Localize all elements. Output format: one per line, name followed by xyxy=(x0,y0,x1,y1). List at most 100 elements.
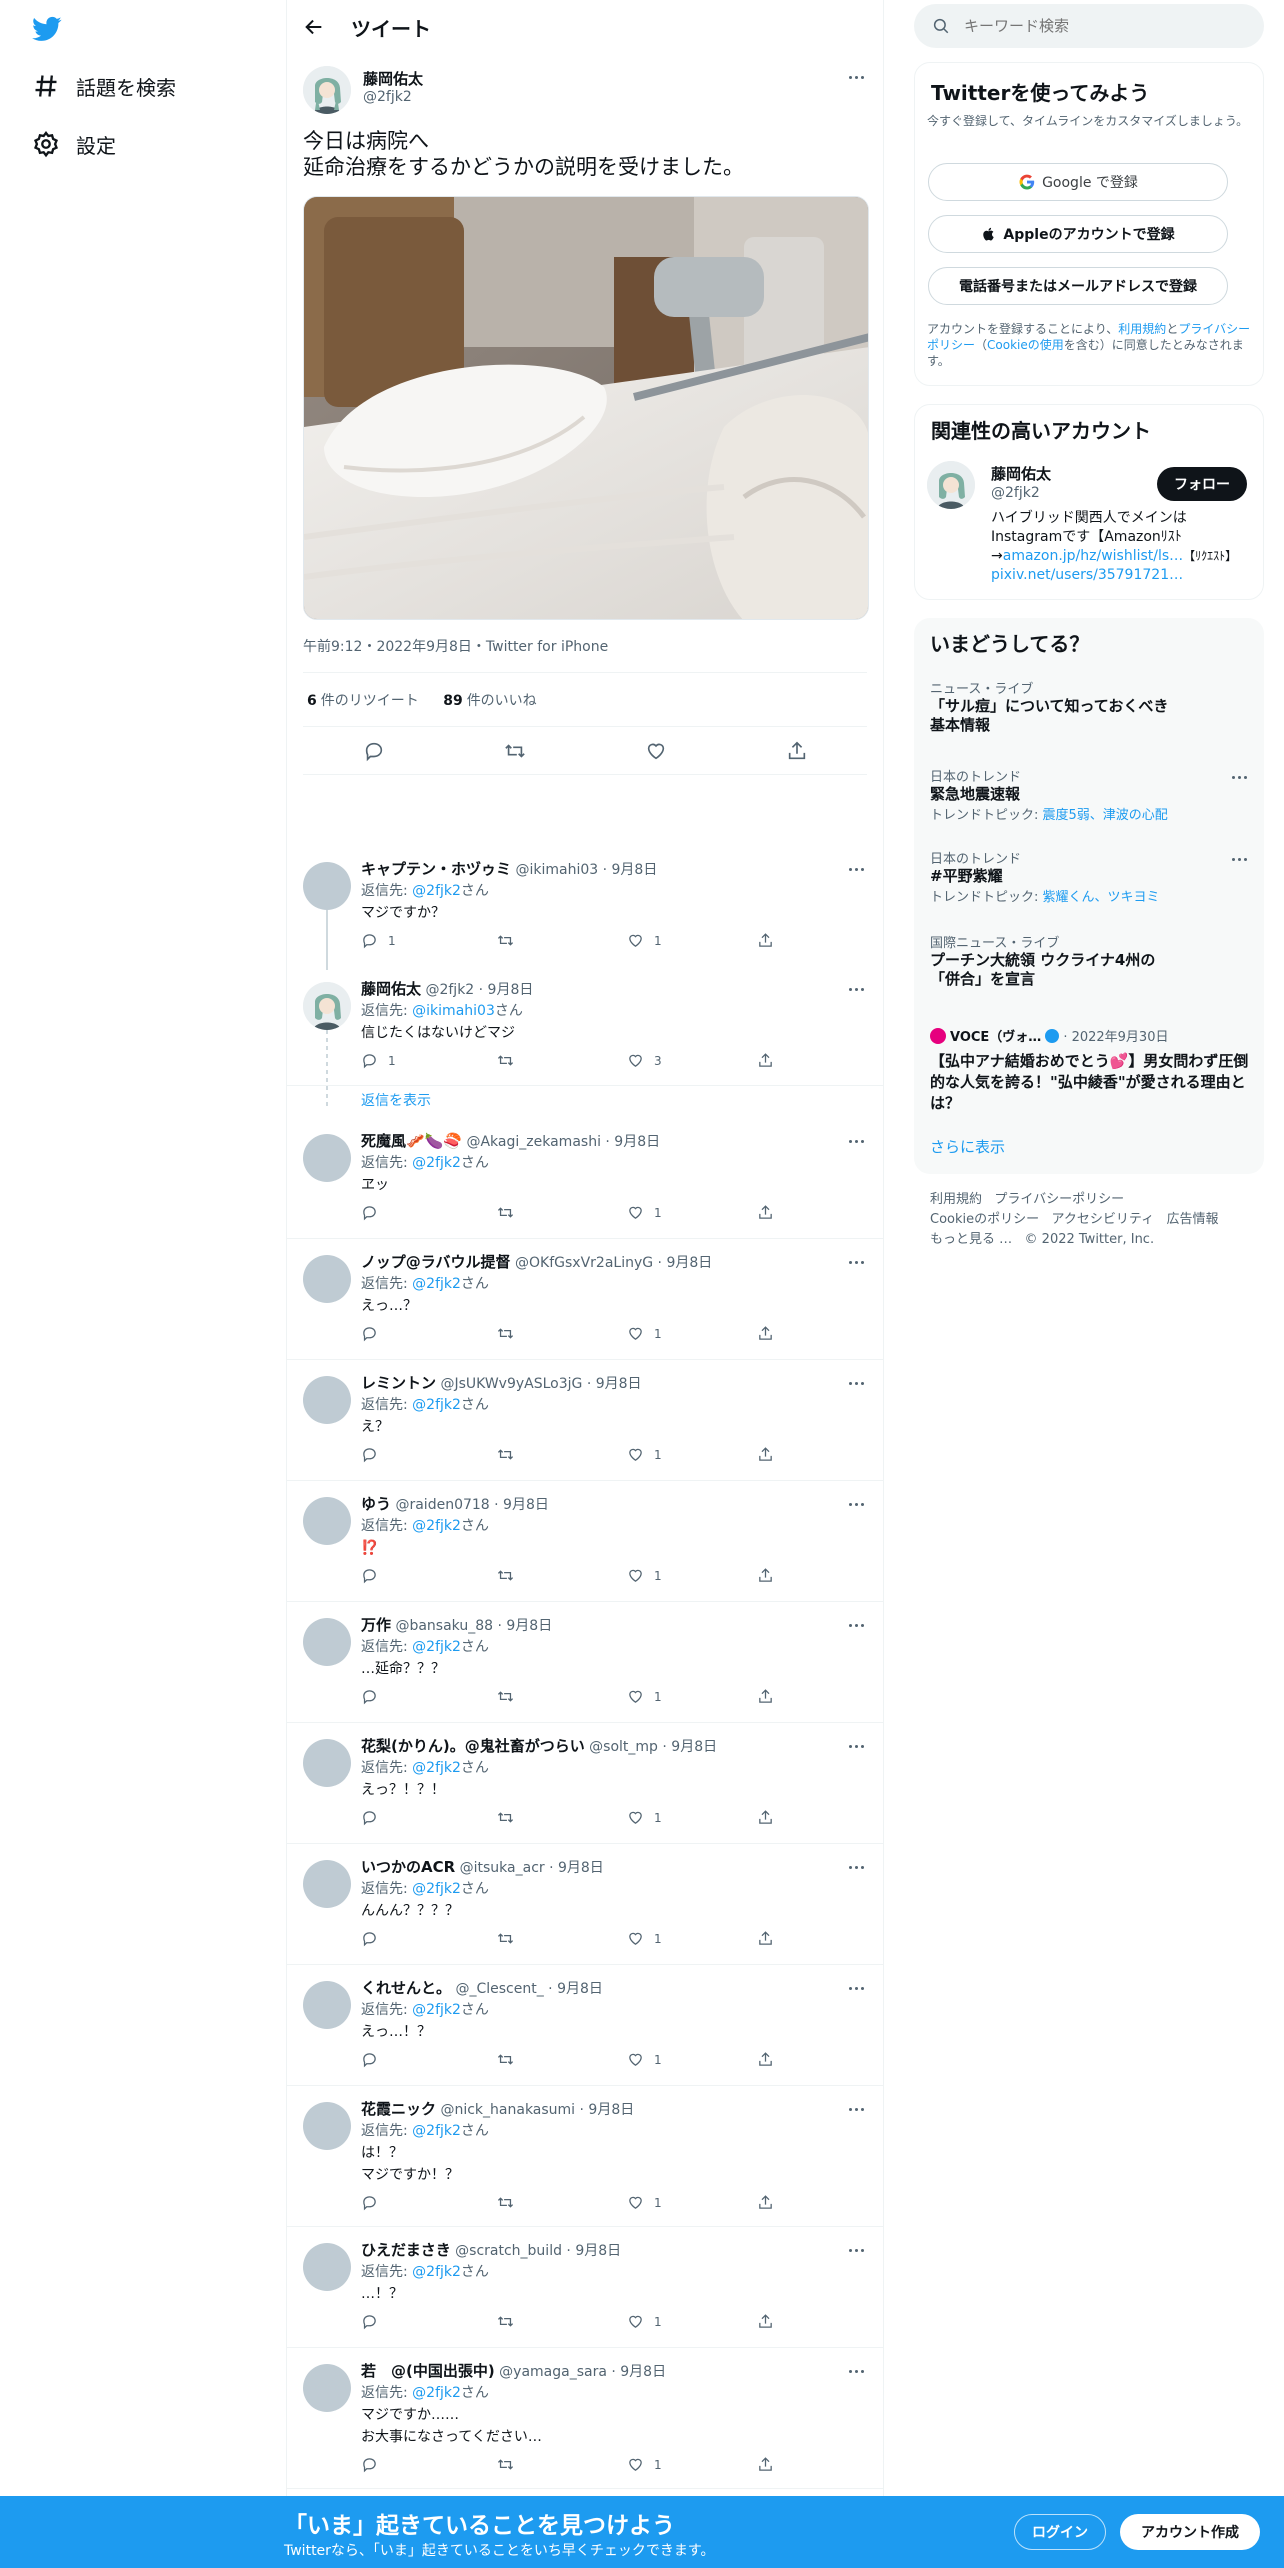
share-button[interactable] xyxy=(757,1688,784,1705)
retweet-stat[interactable]: 6 件のリツイート xyxy=(307,693,419,709)
reply-author-handle[interactable]: @solt_mp · 9月8日 xyxy=(589,1739,717,1755)
search-input[interactable] xyxy=(964,17,1224,35)
share-button[interactable] xyxy=(757,2194,784,2211)
avatar[interactable] xyxy=(303,1497,351,1545)
reply-author-name[interactable]: レミントン xyxy=(361,1374,436,1392)
like-button[interactable]: 1 xyxy=(627,1204,662,1221)
more-options-button[interactable] xyxy=(1228,766,1250,788)
reply-author-name[interactable]: 藤岡佑太 xyxy=(361,980,421,998)
like-button[interactable]: 1 xyxy=(627,2194,662,2211)
trend-item[interactable]: 日本のトレンド 緊急地震速報 トレンドトピック: 震度5弱、津波の心配 xyxy=(930,766,1250,823)
reply-author-name[interactable]: 花梨(かりん)。@鬼社畜がつらい xyxy=(361,1737,585,1755)
avatar[interactable] xyxy=(303,1134,351,1182)
reply-author-handle[interactable]: @2fjk2 · 9月8日 xyxy=(425,982,533,998)
author-name[interactable]: 藤岡佑太 xyxy=(363,68,423,89)
more-options-button[interactable] xyxy=(1228,848,1250,870)
footer-ads-link[interactable]: 広告情報 xyxy=(1167,1212,1219,1227)
like-button[interactable]: 1 xyxy=(627,932,662,949)
avatar[interactable] xyxy=(303,1981,351,2029)
reply-button[interactable] xyxy=(361,1446,388,1463)
reply-tweet[interactable]: レミントン @JsUKWv9yASLo3jG · 9月8日 返信先: @2fjk2… xyxy=(287,1360,883,1481)
avatar[interactable] xyxy=(303,982,351,1030)
reply-button[interactable] xyxy=(361,2051,388,2068)
author-handle[interactable]: @2fjk2 xyxy=(363,89,412,105)
footer-more-link[interactable]: もっと見る … xyxy=(930,1232,1012,1247)
more-options-button[interactable] xyxy=(845,1614,867,1636)
share-button[interactable] xyxy=(757,1052,784,1069)
reply-tweet[interactable]: 花梨(かりん)。@鬼社畜がつらい @solt_mp · 9月8日 返信先: @2f… xyxy=(287,1723,883,1844)
reply-to-link[interactable]: @2fjk2 xyxy=(412,883,461,899)
retweet-button[interactable] xyxy=(502,738,528,764)
reply-to-link[interactable]: @2fjk2 xyxy=(412,1518,461,1534)
retweet-button[interactable] xyxy=(497,1567,524,1584)
reply-author-name[interactable]: キャプテン・ホヅゥミ xyxy=(361,860,511,878)
reply-tweet[interactable]: ゆう @raiden0718 · 9月8日 返信先: @2fjk2さん ⁉️ 1 xyxy=(287,1481,883,1602)
reply-button[interactable] xyxy=(361,1809,388,1826)
more-options-button[interactable] xyxy=(845,858,867,880)
more-options-button[interactable] xyxy=(845,1493,867,1515)
reply-author-name[interactable]: 万作 xyxy=(361,1616,391,1634)
footer-privacy-link[interactable]: プライバシーポリシー xyxy=(994,1192,1124,1207)
share-button[interactable] xyxy=(757,2051,784,2068)
reply-button[interactable]: 1 xyxy=(361,1052,396,1069)
more-options-button[interactable] xyxy=(845,1856,867,1878)
twitter-logo-icon[interactable] xyxy=(30,14,64,44)
footer-accessibility-link[interactable]: アクセシビリティ xyxy=(1052,1212,1155,1227)
reply-tweet[interactable]: 万作 @bansaku_88 · 9月8日 返信先: @2fjk2さん …延命？？？… xyxy=(287,1602,883,1723)
trend-item[interactable]: 日本のトレンド #平野紫耀 トレンドトピック: 紫耀くん、ツキヨミ xyxy=(930,848,1250,905)
like-button[interactable]: 1 xyxy=(627,1446,662,1463)
bio-link[interactable]: pixiv.net/users/35791721… xyxy=(991,567,1183,583)
retweet-button[interactable] xyxy=(497,2456,524,2473)
retweet-button[interactable] xyxy=(497,1809,524,1826)
footer-terms-link[interactable]: 利用規約 xyxy=(930,1192,982,1207)
reply-to-link[interactable]: @2fjk2 xyxy=(412,2002,461,2018)
reply-tweet[interactable]: くれせんと。 @_Clescent_ · 9月8日 返信先: @2fjk2さん えっ… xyxy=(287,1965,883,2086)
reply-button[interactable] xyxy=(361,2456,388,2473)
reply-tweet[interactable]: 若 @(中国出張中) @yamaga_sara · 9月8日 返信先: @2fjk… xyxy=(287,2348,883,2489)
tweet-timestamp[interactable]: 午前9:12・2022年9月8日・Twitter for iPhone xyxy=(303,636,608,656)
footer-cookie-link[interactable]: Cookieのポリシー xyxy=(930,1212,1039,1227)
reply-tweet[interactable]: いつかのACR @itsuka_acr · 9月8日 返信先: @2fjk2さんん… xyxy=(287,1844,883,1965)
reply-tweet[interactable]: 花霞ニック @nick_hanakasumi · 9月8日 返信先: @2fjk2… xyxy=(287,2086,883,2227)
more-options-button[interactable] xyxy=(845,1977,867,1999)
reply-to-link[interactable]: @2fjk2 xyxy=(412,1639,461,1655)
like-stat[interactable]: 89 件のいいね xyxy=(443,693,536,709)
trend-sub-link[interactable]: 紫耀くん、ツキヨミ xyxy=(1043,890,1160,905)
avatar[interactable] xyxy=(303,2364,351,2412)
cookie-link[interactable]: Cookieの使用 xyxy=(987,338,1064,352)
share-button[interactable] xyxy=(784,738,810,764)
show-more-link[interactable]: さらに表示 xyxy=(930,1136,1005,1157)
trend-item[interactable]: ニュース・ライブ 「サル痘」について知っておくべき基本情報 xyxy=(930,678,1250,735)
reply-tweet[interactable]: キャプテン・ホヅゥミ @ikimahi03 · 9月8日 返信先: @2fjk2さ… xyxy=(287,846,883,966)
like-button[interactable]: 1 xyxy=(627,2051,662,2068)
trend-sub-link[interactable]: 震度5弱、津波の心配 xyxy=(1043,808,1168,823)
reply-author-handle[interactable]: @scratch_build · 9月8日 xyxy=(455,2243,621,2259)
more-options-button[interactable] xyxy=(845,2239,867,2261)
avatar[interactable] xyxy=(303,2243,351,2291)
trend-item[interactable]: 国際ニュース・ライブ プーチン大統領 ウクライナ4州の「併合」を宣言 xyxy=(930,932,1250,989)
reply-button[interactable] xyxy=(361,1688,388,1705)
avatar[interactable] xyxy=(303,1860,351,1908)
share-button[interactable] xyxy=(757,1809,784,1826)
back-button[interactable] xyxy=(299,12,329,42)
avatar[interactable] xyxy=(303,1618,351,1666)
reply-author-name[interactable]: いつかのACR xyxy=(361,1858,455,1876)
reply-to-link[interactable]: @ikimahi03 xyxy=(412,1003,495,1019)
more-options-button[interactable] xyxy=(845,1735,867,1757)
show-thread-link[interactable]: 返信を表示 xyxy=(361,1090,431,1110)
share-button[interactable] xyxy=(757,1446,784,1463)
like-button[interactable]: 1 xyxy=(627,2456,662,2473)
retweet-button[interactable] xyxy=(497,1930,524,1947)
more-options-button[interactable] xyxy=(845,978,867,1000)
retweet-button[interactable] xyxy=(497,1325,524,1342)
retweet-button[interactable] xyxy=(497,932,524,949)
signup-button[interactable]: アカウント作成 xyxy=(1120,2514,1260,2550)
retweet-button[interactable] xyxy=(497,1204,524,1221)
more-options-button[interactable] xyxy=(845,1372,867,1394)
reply-to-link[interactable]: @2fjk2 xyxy=(412,1397,461,1413)
like-button[interactable] xyxy=(643,738,669,764)
phone-email-signup-button[interactable]: 電話番号またはメールアドレスで登録 xyxy=(928,267,1228,305)
share-button[interactable] xyxy=(757,2313,784,2330)
reply-tweet[interactable]: 藤岡佑太 @2fjk2 · 9月8日 返信先: @ikimahi03さん 信じたくは… xyxy=(287,966,883,1086)
reply-to-link[interactable]: @2fjk2 xyxy=(412,1276,461,1292)
